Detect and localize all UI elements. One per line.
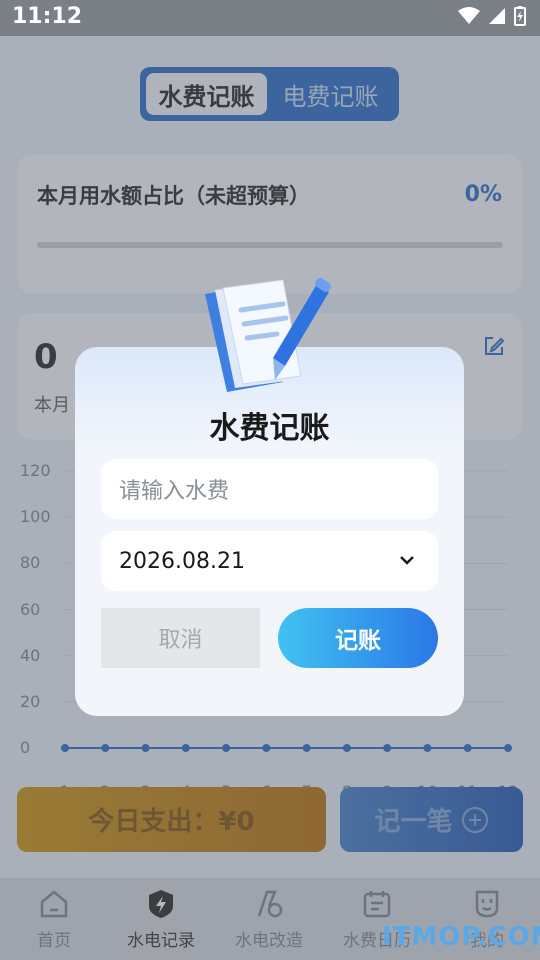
chevron-down-icon: [400, 556, 414, 565]
date-value: 2026.08.21: [119, 548, 245, 574]
cancel-button[interactable]: 取消: [101, 608, 260, 668]
date-select[interactable]: 2026.08.21: [101, 531, 438, 591]
confirm-record-button[interactable]: 记账: [278, 608, 438, 668]
dialog-title: 水费记账: [209, 411, 330, 446]
watermark: ITMOP.COM: [382, 922, 540, 952]
water-bill-dialog: 水费记账 请输入水费 2026.08.21 取消 记账: [75, 347, 464, 716]
status-icons: [458, 6, 526, 26]
status-bar: 11:12: [0, 0, 540, 36]
amount-input[interactable]: 请输入水费: [101, 459, 438, 519]
wifi-icon: [458, 7, 480, 24]
amount-placeholder: 请输入水费: [119, 479, 230, 504]
notebook-pen-icon: [205, 277, 331, 392]
status-time: 11:12: [12, 4, 83, 29]
signal-icon: [489, 8, 505, 24]
battery-icon: [514, 6, 526, 26]
